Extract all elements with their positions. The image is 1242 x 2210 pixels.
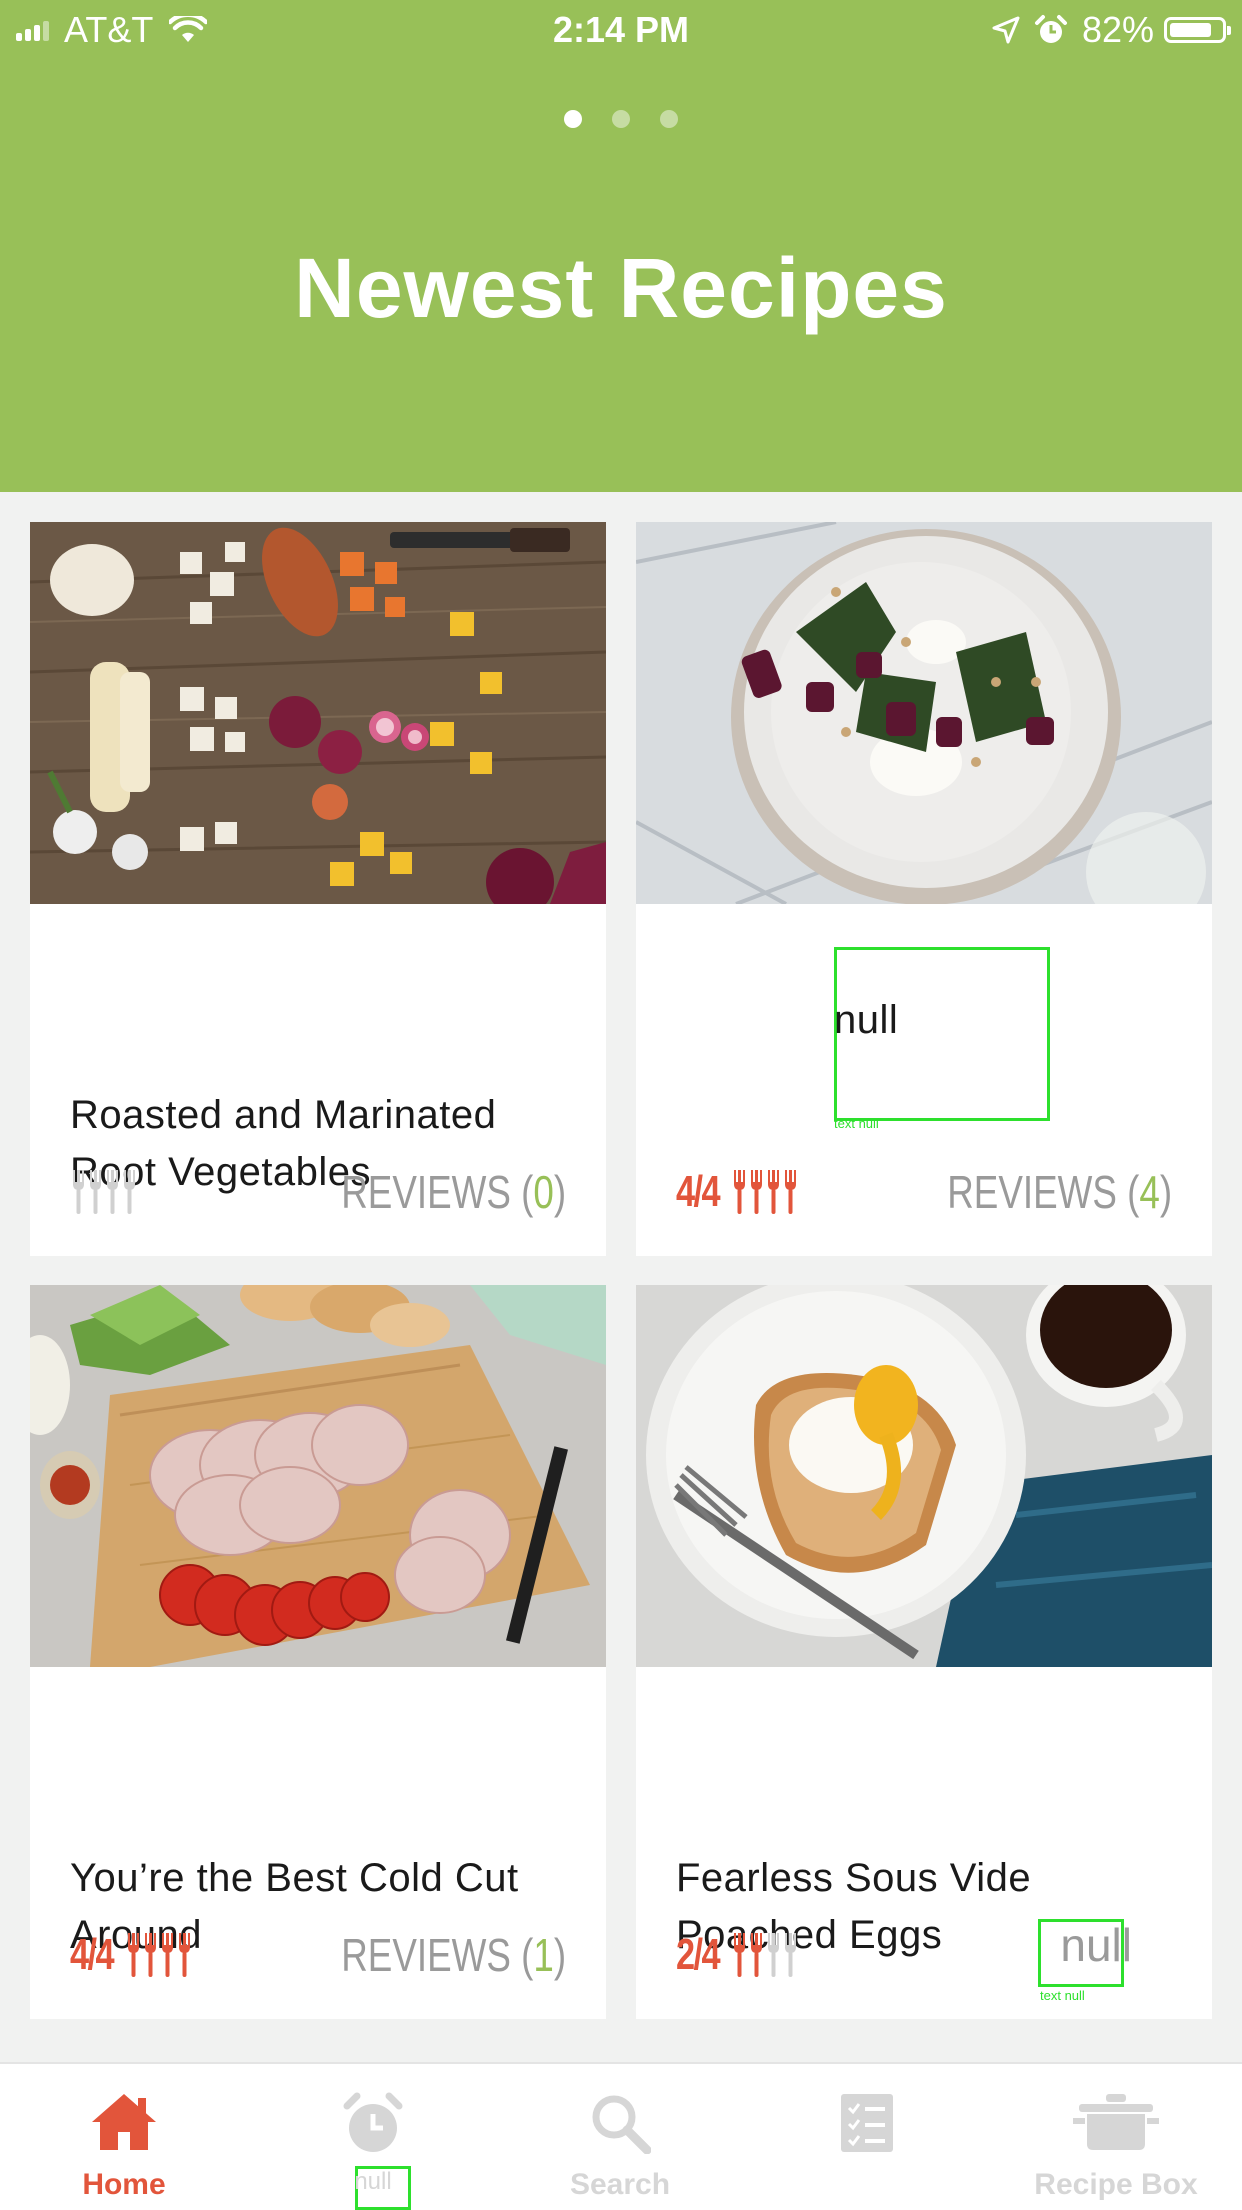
location-arrow-icon bbox=[992, 16, 1020, 44]
fork-icon bbox=[784, 1933, 797, 1977]
fork-icon bbox=[161, 1933, 174, 1977]
fork-icon bbox=[767, 1933, 780, 1977]
recipe-card[interactable]: You’re the Best Cold Cut Around 4/4 REVI… bbox=[30, 1285, 606, 2019]
recipe-card[interactable]: null text null 4/4 REVIEWS (4) bbox=[636, 522, 1212, 1256]
tab-home[interactable]: Home bbox=[14, 2064, 234, 2210]
fork-rating-icons bbox=[733, 1170, 801, 1214]
battery-icon bbox=[1164, 17, 1231, 43]
home-icon bbox=[92, 2094, 156, 2150]
page-dot[interactable] bbox=[564, 110, 582, 128]
page-dot[interactable] bbox=[612, 110, 630, 128]
reviews-link[interactable]: REVIEWS (0) bbox=[341, 1162, 566, 1222]
tab-recipe-box[interactable]: Recipe Box bbox=[1006, 2064, 1226, 2210]
fork-icon bbox=[127, 1933, 140, 1977]
reviews-link[interactable]: REVIEWS (1) bbox=[341, 1925, 566, 1985]
reviews-close: ) bbox=[1159, 1166, 1172, 1218]
tab-label: Recipe Box bbox=[1034, 2168, 1198, 2201]
tab-bar: Home null Search Recipe Box bbox=[0, 2062, 1242, 2210]
recipe-card[interactable]: Roasted and Marinated Root Vegetables RE… bbox=[30, 522, 606, 1256]
page-dot[interactable] bbox=[660, 110, 678, 128]
checklist-icon bbox=[841, 2094, 893, 2152]
fork-icon bbox=[72, 1170, 85, 1214]
recipe-rating: 4/4 bbox=[70, 1925, 195, 1985]
tab-label: null bbox=[354, 2168, 392, 2195]
battery-percentage: 82% bbox=[1081, 9, 1154, 50]
recipe-photo-root-vegetables[interactable] bbox=[30, 522, 606, 904]
reviews-close: ) bbox=[553, 1929, 566, 1981]
page-indicator[interactable] bbox=[0, 110, 1242, 128]
tab-label: Search bbox=[569, 2168, 671, 2201]
pot-icon bbox=[1073, 2094, 1159, 2150]
fork-icon bbox=[784, 1170, 797, 1214]
fork-rating-icons bbox=[733, 1933, 801, 1977]
fork-icon bbox=[178, 1933, 191, 1977]
tab-label: Home bbox=[82, 2168, 166, 2201]
fork-icon bbox=[733, 1933, 746, 1977]
reviews-link[interactable]: null bbox=[1060, 1915, 1132, 1975]
rating-value: 4/4 bbox=[676, 1167, 721, 1216]
fork-rating-icons bbox=[127, 1933, 195, 1977]
fork-icon bbox=[750, 1170, 763, 1214]
fork-rating-icons bbox=[72, 1170, 140, 1214]
recipe-rating: 2/4 bbox=[676, 1925, 801, 1985]
reviews-close: ) bbox=[553, 1166, 566, 1218]
recipe-title[interactable]: null bbox=[834, 992, 1212, 1049]
tab-timer[interactable]: null bbox=[263, 2064, 483, 2210]
fork-icon bbox=[106, 1170, 119, 1214]
fork-icon bbox=[750, 1933, 763, 1977]
reviews-label: REVIEWS ( bbox=[341, 1929, 534, 1981]
reviews-count: 1 bbox=[533, 1929, 554, 1981]
tab-search[interactable]: Search bbox=[510, 2064, 730, 2210]
recipe-photo-beet-salad[interactable] bbox=[636, 522, 1212, 904]
search-icon bbox=[592, 2095, 651, 2154]
reviews-text: null bbox=[1060, 1919, 1132, 1971]
alarm-icon bbox=[1034, 15, 1067, 43]
fork-icon bbox=[89, 1170, 102, 1214]
reviews-count: 0 bbox=[533, 1166, 554, 1218]
rating-value: 4/4 bbox=[70, 1930, 115, 1979]
reviews-label: REVIEWS ( bbox=[947, 1166, 1140, 1218]
page-title: Newest Recipes bbox=[294, 241, 948, 335]
status-right: 82% bbox=[992, 9, 1231, 50]
reviews-count: 4 bbox=[1139, 1166, 1160, 1218]
recipe-card[interactable]: Fearless Sous Vide Poached Eggs 2/4 null… bbox=[636, 1285, 1212, 2019]
alarm-clock-icon bbox=[343, 2092, 403, 2152]
recipe-photo-cold-cut[interactable] bbox=[30, 1285, 606, 1667]
null-caption: text null bbox=[1040, 1988, 1085, 2003]
fork-icon bbox=[123, 1170, 136, 1214]
tab-shopping-list[interactable] bbox=[757, 2064, 977, 2210]
reviews-label: REVIEWS ( bbox=[341, 1166, 534, 1218]
rating-value: 2/4 bbox=[676, 1930, 721, 1979]
status-bar: AT&T 2:14 PM 82% bbox=[0, 0, 1242, 60]
fork-icon bbox=[144, 1933, 157, 1977]
fork-icon bbox=[767, 1170, 780, 1214]
reviews-link[interactable]: REVIEWS (4) bbox=[947, 1162, 1172, 1222]
header-banner: AT&T 2:14 PM 82% Newest Recipes bbox=[0, 0, 1242, 492]
recipe-rating: 4/4 bbox=[676, 1162, 801, 1222]
recipe-photo-poached-eggs[interactable] bbox=[636, 1285, 1212, 1667]
recipe-rating bbox=[70, 1162, 140, 1222]
null-caption: text null bbox=[834, 1116, 879, 1131]
fork-icon bbox=[733, 1170, 746, 1214]
